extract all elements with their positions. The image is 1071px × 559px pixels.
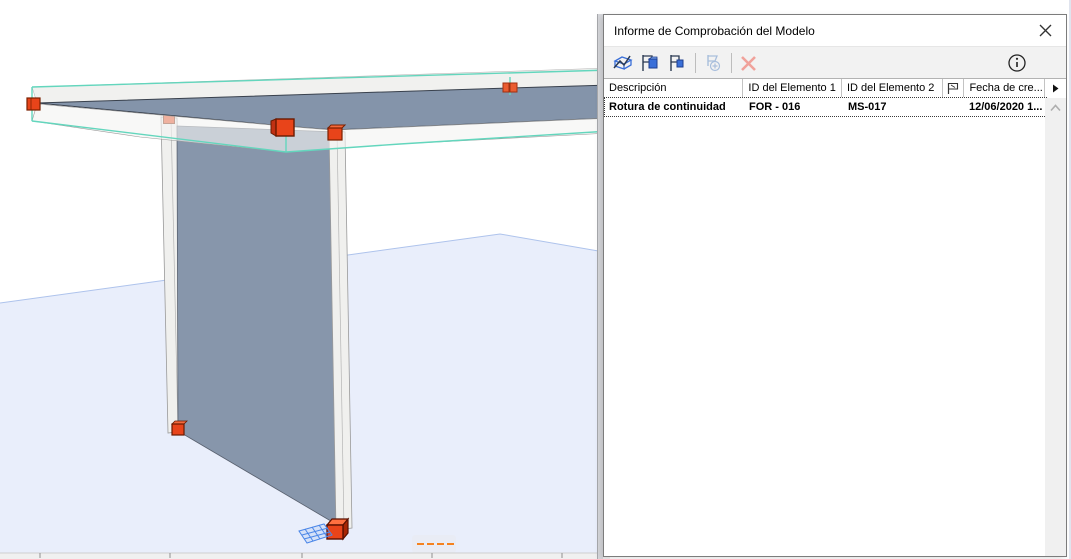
add-flag-icon[interactable] (702, 52, 724, 74)
row-flag (944, 97, 966, 117)
column-header-descripcion[interactable]: Descripción (604, 79, 744, 97)
table-header: Descripción ID del Elemento 1 ID del Ele… (604, 79, 1066, 97)
clash-marker-slab-edge[interactable] (502, 82, 518, 93)
model-check-report-panel: Informe de Comprobación del Modelo Descr… (603, 14, 1067, 557)
minimized-palette[interactable] (412, 535, 456, 553)
slab-element[interactable] (31, 67, 611, 153)
delete-entry-icon[interactable] (738, 52, 760, 74)
column-header-fecha[interactable]: Fecha de cre... (964, 79, 1046, 97)
flag-both-elements-icon[interactable] (639, 52, 661, 74)
row-descripcion: Rotura de continuidad (609, 101, 726, 113)
chevron-right-icon (1053, 84, 1059, 92)
clash-marker-secondary[interactable] (326, 124, 347, 141)
row-id-elemento-1: FOR - 016 (749, 101, 801, 113)
row-fecha: 12/06/2020 1... (969, 101, 1043, 113)
toolbar-separator (695, 52, 696, 73)
panel-title: Informe de Comprobación del Modelo (614, 23, 815, 38)
close-icon[interactable] (1036, 22, 1054, 40)
app-window: Informe de Comprobación del Modelo Descr… (0, 0, 1071, 559)
zoom-to-conflict-3d-icon[interactable] (612, 52, 634, 74)
table-row[interactable]: Rotura de continuidad FOR - 016 MS-017 1… (604, 97, 1047, 117)
column-header-id-elemento-2[interactable]: ID del Elemento 2 (842, 79, 943, 97)
row-id-elemento-2: MS-017 (848, 101, 887, 113)
panel-toolbar (604, 47, 1066, 79)
column-header-flag[interactable] (943, 79, 965, 97)
flag-element-icon[interactable] (666, 52, 688, 74)
toolbar-separator (731, 52, 732, 73)
viewport-hscrollbar[interactable] (0, 552, 610, 559)
table-vscrollbar[interactable] (1045, 98, 1066, 556)
more-columns-button[interactable] (1045, 79, 1066, 97)
info-icon[interactable] (1006, 52, 1028, 74)
panel-title-bar[interactable]: Informe de Comprobación del Modelo (604, 15, 1066, 47)
flag-column-icon (947, 82, 959, 94)
scroll-up-icon[interactable] (1050, 104, 1061, 112)
column-header-id-elemento-1[interactable]: ID del Elemento 1 (743, 79, 842, 97)
clash-marker-left-tip[interactable] (26, 97, 41, 111)
clash-marker-main[interactable] (270, 118, 295, 137)
